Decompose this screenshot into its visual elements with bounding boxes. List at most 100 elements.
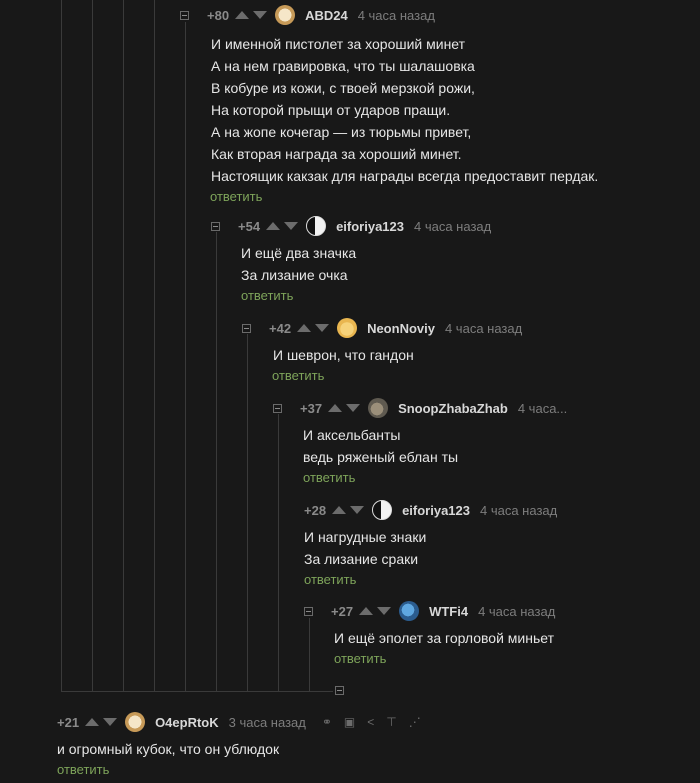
upvote-icon[interactable] — [332, 506, 347, 514]
comment: +27 WTFi4 4 часа назад И ещё эполет за г… — [304, 601, 555, 666]
timestamp[interactable]: 4 часа... — [518, 401, 567, 416]
share-icon[interactable]: < — [367, 715, 374, 729]
reply-button[interactable]: ответить — [57, 762, 433, 777]
upvote-icon[interactable] — [266, 222, 281, 230]
author-name[interactable]: WTFi4 — [429, 604, 468, 619]
comment: +21 O4epRtoK 3 часа назад ⚭ ▣ < ⊤ ⋰ и ог… — [57, 712, 433, 777]
comment-body: И ещё эполет за горловой миньет — [304, 627, 555, 649]
rating: +28 — [304, 502, 327, 518]
comment-header: +54 eiforiya123 4 часа назад — [211, 216, 491, 236]
reply-button[interactable]: ответить — [304, 572, 557, 587]
downvote-icon[interactable] — [315, 324, 330, 332]
timestamp[interactable]: 4 часа назад — [480, 503, 557, 518]
thread-line-bottom — [61, 691, 333, 692]
comment-line: И ещё эполет за горловой миньет — [334, 630, 555, 646]
comment-line: За лизание очка — [241, 267, 348, 283]
reply-button[interactable]: ответить — [242, 368, 522, 383]
timestamp[interactable]: 4 часа назад — [478, 604, 555, 619]
downvote-icon[interactable] — [350, 506, 365, 514]
upvote-icon[interactable] — [85, 718, 100, 726]
comment: +37 SnoopZhabaZhab 4 часа... И аксельбан… — [273, 398, 567, 485]
upvote-icon[interactable] — [297, 324, 312, 332]
upvote-icon[interactable] — [235, 11, 250, 19]
downvote-icon[interactable] — [103, 718, 118, 726]
upvote-icon[interactable] — [359, 607, 374, 615]
collapse-button[interactable] — [304, 606, 313, 616]
author-name[interactable]: eiforiya123 — [402, 503, 470, 518]
upvote-icon[interactable] — [328, 404, 343, 412]
thread-line — [61, 0, 62, 692]
reply-button[interactable]: ответить — [273, 470, 567, 485]
comment-actions: ⚭ ▣ < ⊤ ⋰ — [322, 715, 433, 729]
collapse-button[interactable] — [180, 10, 189, 20]
comment-body: и огромный кубок, что он ублюдок — [57, 738, 433, 760]
rating: +54 — [238, 218, 261, 234]
downvote-icon[interactable] — [253, 11, 268, 19]
comment-line: И аксельбанты — [303, 427, 401, 443]
comment-header: +42 NeonNoviy 4 часа назад — [242, 318, 522, 338]
comment-body: И именной пистолет за хороший минет А на… — [180, 33, 598, 187]
comment: +28 eiforiya123 4 часа назад И нагрудные… — [304, 500, 557, 587]
avatar-bw-icon[interactable] — [372, 500, 393, 520]
rating: +80 — [207, 7, 230, 23]
comment-line: Настоящик какзак для награды всегда пред… — [211, 168, 599, 184]
avatar-bw-icon[interactable] — [306, 216, 327, 236]
comment-body: И ещё два значка За лизание очка — [211, 242, 491, 286]
comment-line: И именной пистолет за хороший минет — [211, 36, 466, 52]
comment-body: И аксельбанты ведь ряженый еблан ты — [273, 424, 567, 468]
avatar-bear-icon[interactable] — [125, 712, 146, 732]
save-icon[interactable]: ▣ — [344, 715, 355, 729]
avatar-bear-icon[interactable] — [275, 5, 296, 25]
rating: +37 — [300, 400, 323, 416]
timestamp[interactable]: 3 часа назад — [229, 715, 306, 730]
reply-button[interactable]: ответить — [304, 651, 555, 666]
comment-line: И нагрудные знаки — [304, 529, 427, 545]
collapse-button[interactable] — [211, 221, 220, 231]
author-name[interactable]: O4epRtoK — [155, 715, 219, 730]
comment-line: А на нем гравировка, что ты шалашовка — [211, 58, 475, 74]
thread-line — [92, 0, 93, 692]
comment-line: и огромный кубок, что он ублюдок — [57, 741, 280, 757]
author-name[interactable]: eiforiya123 — [336, 219, 404, 234]
thread-line — [154, 0, 155, 692]
collapse-all-button[interactable] — [335, 686, 344, 695]
pin-icon[interactable]: ⊤ — [386, 715, 396, 729]
downvote-icon[interactable] — [377, 607, 392, 615]
avatar-yellow-icon[interactable] — [337, 318, 358, 338]
reply-button[interactable]: ответить — [211, 288, 491, 303]
more-icon[interactable]: ⋰ — [409, 715, 421, 729]
comment-line: На которой прыщи от ударов пращи. — [211, 102, 451, 118]
comment-line: ведь ряженый еблан ты — [303, 449, 459, 465]
comment-line: И ещё два значка — [241, 245, 357, 261]
collapse-button[interactable] — [273, 403, 282, 413]
timestamp[interactable]: 4 часа назад — [358, 8, 435, 23]
rating: +27 — [331, 603, 354, 619]
author-name[interactable]: ABD24 — [305, 8, 348, 23]
collapse-button[interactable] — [242, 323, 251, 333]
comment-header: +37 SnoopZhabaZhab 4 часа... — [273, 398, 567, 418]
rating: +21 — [57, 714, 80, 730]
downvote-icon[interactable] — [346, 404, 361, 412]
downvote-icon[interactable] — [284, 222, 299, 230]
comment-header: +21 O4epRtoK 3 часа назад ⚭ ▣ < ⊤ ⋰ — [57, 712, 433, 732]
reply-button[interactable]: ответить — [180, 189, 598, 204]
author-name[interactable]: SnoopZhabaZhab — [398, 401, 508, 416]
timestamp[interactable]: 4 часа назад — [414, 219, 491, 234]
link-icon[interactable]: ⚭ — [322, 715, 332, 729]
avatar-animal-icon[interactable] — [368, 398, 389, 418]
comment-line: И шеврон, что гандон — [273, 347, 414, 363]
thread-line — [247, 334, 248, 692]
comment: +42 NeonNoviy 4 часа назад И шеврон, что… — [242, 318, 522, 383]
comment: +54 eiforiya123 4 часа назад И ещё два з… — [211, 216, 491, 303]
avatar-globe-icon[interactable] — [399, 601, 420, 621]
timestamp[interactable]: 4 часа назад — [445, 321, 522, 336]
comment-line: В кобуре из кожи, с твоей мерзкой рожи, — [211, 80, 475, 96]
comment-line: Как вторая награда за хороший минет. — [211, 146, 462, 162]
comment-line: За лизание сраки — [304, 551, 419, 567]
comment-header: +27 WTFi4 4 часа назад — [304, 601, 555, 621]
comment-header: +28 eiforiya123 4 часа назад — [304, 500, 557, 520]
thread-line — [123, 0, 124, 692]
author-name[interactable]: NeonNoviy — [367, 321, 435, 336]
comment-header: +80 ABD24 4 часа назад — [180, 5, 598, 25]
rating: +42 — [269, 320, 292, 336]
